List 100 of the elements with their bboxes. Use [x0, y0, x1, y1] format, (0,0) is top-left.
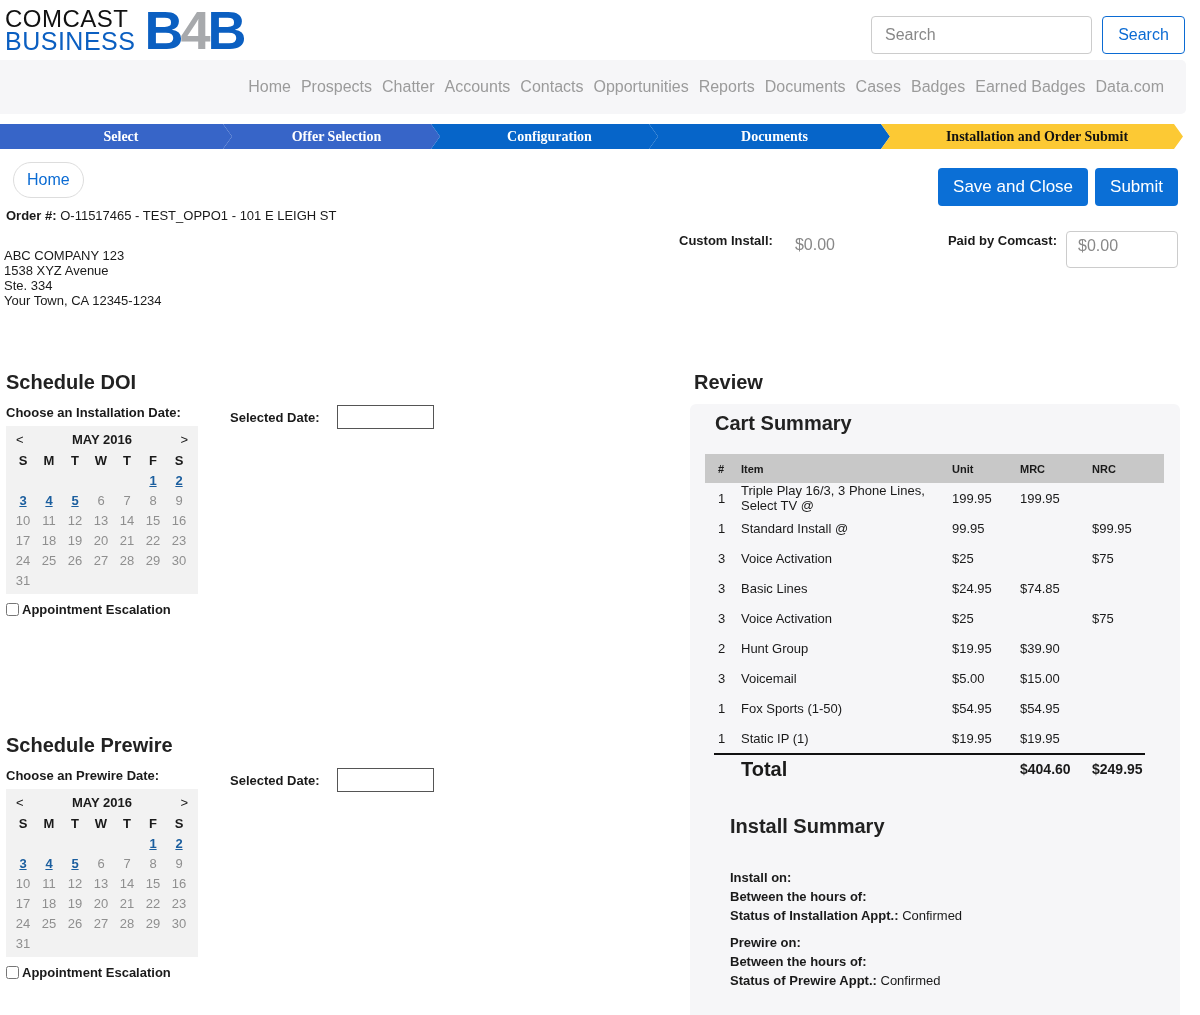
next-month-button[interactable]: >	[180, 795, 188, 810]
calendar-day[interactable]: 5	[62, 854, 88, 874]
field-label: Paid by Comcast:	[947, 233, 1057, 248]
checkbox[interactable]	[6, 966, 19, 979]
calendar-day: 13	[88, 874, 114, 894]
weekday-label: S	[173, 815, 185, 833]
table-cell-text: 1	[717, 490, 727, 506]
progress-step[interactable]: Configuration	[431, 124, 658, 149]
calendar-day[interactable]: 1	[140, 471, 166, 491]
calendar-day: 17	[10, 531, 36, 551]
action-button[interactable]: Save and Close	[938, 168, 1089, 206]
field-label: Choose an Installation Date:	[6, 405, 182, 420]
home-button[interactable]: Home	[13, 162, 84, 198]
calendar-day[interactable]: 1	[140, 834, 166, 854]
calendar-day: 23	[166, 531, 192, 551]
calendar-day[interactable]: 4	[36, 491, 62, 511]
table-cell-text: 3	[717, 550, 727, 566]
table-cell-text: 2	[717, 640, 727, 656]
calendar-day: 6	[88, 491, 114, 511]
table-cell-text: $19.95	[952, 730, 993, 746]
previous-month-button[interactable]: <	[16, 795, 24, 810]
table-cell-text: $25	[952, 550, 975, 566]
progress-step[interactable]: Offer Selection	[223, 124, 440, 149]
date-field[interactable]	[336, 405, 434, 429]
paid-field[interactable]: $0.00	[1066, 231, 1178, 268]
calendar-day: 29	[140, 914, 166, 934]
table-cell-text: $39.90	[1020, 640, 1061, 656]
calendar-day[interactable]: 5	[62, 491, 88, 511]
logo-text: COMCAST	[5, 8, 130, 30]
order-number: Order #: O-11517465 - TEST_OPPO1 - 101 E LEIGH ST	[6, 208, 338, 223]
table-cell-text: Static IP (1)	[741, 730, 810, 746]
calendar-day: 6	[88, 854, 114, 874]
calendar-day: 22	[140, 531, 166, 551]
calendar-day: 24	[10, 551, 36, 571]
weekday-label: T	[122, 815, 132, 833]
calendar-day: 20	[88, 531, 114, 551]
address-line: Ste. 334	[4, 278, 54, 293]
weekday-label: S	[173, 452, 185, 470]
calendar-day[interactable]: 3	[10, 491, 36, 511]
weekday-label: M	[42, 452, 56, 470]
table-cell-text: Hunt Group	[741, 640, 810, 656]
calendar-day: 26	[62, 551, 88, 571]
previous-month-button[interactable]: <	[16, 432, 24, 447]
month-title: MAY 2016	[72, 795, 132, 810]
weekday-label: W	[93, 815, 109, 833]
calendar-day: 17	[10, 894, 36, 914]
calendar-day[interactable]: 2	[166, 834, 192, 854]
checkbox[interactable]	[6, 603, 19, 616]
calendar-day[interactable]: 4	[36, 854, 62, 874]
progress-step[interactable]: Installation and Order Submit	[881, 124, 1183, 149]
summary-line: Prewire on:	[730, 934, 802, 952]
table-cell-text: 1	[717, 730, 727, 746]
section-title: Cart Summary	[715, 412, 853, 435]
calendar-day: 12	[62, 511, 88, 531]
search-button[interactable]: Search	[1102, 16, 1185, 54]
section-title: Schedule Prewire	[6, 734, 174, 757]
calendar-day: 7	[114, 491, 140, 511]
column-header: MRC	[1020, 462, 1047, 475]
column-header: Unit	[952, 462, 975, 475]
progress-step[interactable]: Documents	[649, 124, 890, 149]
calendar-day: 8	[140, 491, 166, 511]
calendar-day: 7	[114, 854, 140, 874]
column-header: #	[717, 462, 726, 475]
calendar-day: 25	[36, 914, 62, 934]
weekday-label: T	[122, 452, 132, 470]
calendar-day: 16	[166, 511, 192, 531]
action-button[interactable]: Submit	[1095, 168, 1178, 206]
calendar-day: 31	[10, 934, 36, 954]
search-field[interactable]: Search	[871, 16, 1092, 54]
calendar-day: 21	[114, 894, 140, 914]
section-title: Review	[694, 371, 764, 394]
table-cell-text: Triple Play 16/3, 3 Phone Lines, Select TV @	[741, 483, 926, 513]
calendar-day: 14	[114, 874, 140, 894]
calendar-day: 11	[36, 511, 62, 531]
section-title: Schedule DOI	[6, 371, 138, 394]
table-cell-text: $54.95	[1020, 700, 1061, 716]
calendar-day[interactable]: 3	[10, 854, 36, 874]
calendar-day: 12	[62, 874, 88, 894]
calendar-day: 31	[10, 571, 36, 591]
address-line: ABC COMPANY 123	[4, 248, 126, 263]
calendar-day: 8	[140, 854, 166, 874]
calendar-day[interactable]: 2	[166, 471, 192, 491]
total-value: $404.60	[1020, 761, 1072, 777]
field-label: Choose an Prewire Date:	[6, 768, 161, 783]
date-field[interactable]	[336, 768, 434, 792]
weekday-label: S	[17, 452, 29, 470]
progress-step[interactable]: Select	[0, 124, 232, 149]
weekday-label: M	[42, 815, 56, 833]
address-line: 1538 XYZ Avenue	[4, 263, 110, 278]
calendar-day: 9	[166, 854, 192, 874]
summary-line: Between the hours of:	[730, 888, 868, 906]
total-value: $249.95	[1092, 761, 1144, 777]
calendar-day: 10	[10, 874, 36, 894]
calendar-day: 18	[36, 894, 62, 914]
calendar-day: 29	[140, 551, 166, 571]
table-cell-text: $74.85	[1020, 580, 1061, 596]
column-header: Item	[741, 462, 765, 475]
next-month-button[interactable]: >	[180, 432, 188, 447]
table-cell-text: $75	[1092, 550, 1115, 566]
table-cell-text: $15.00	[1020, 670, 1061, 686]
